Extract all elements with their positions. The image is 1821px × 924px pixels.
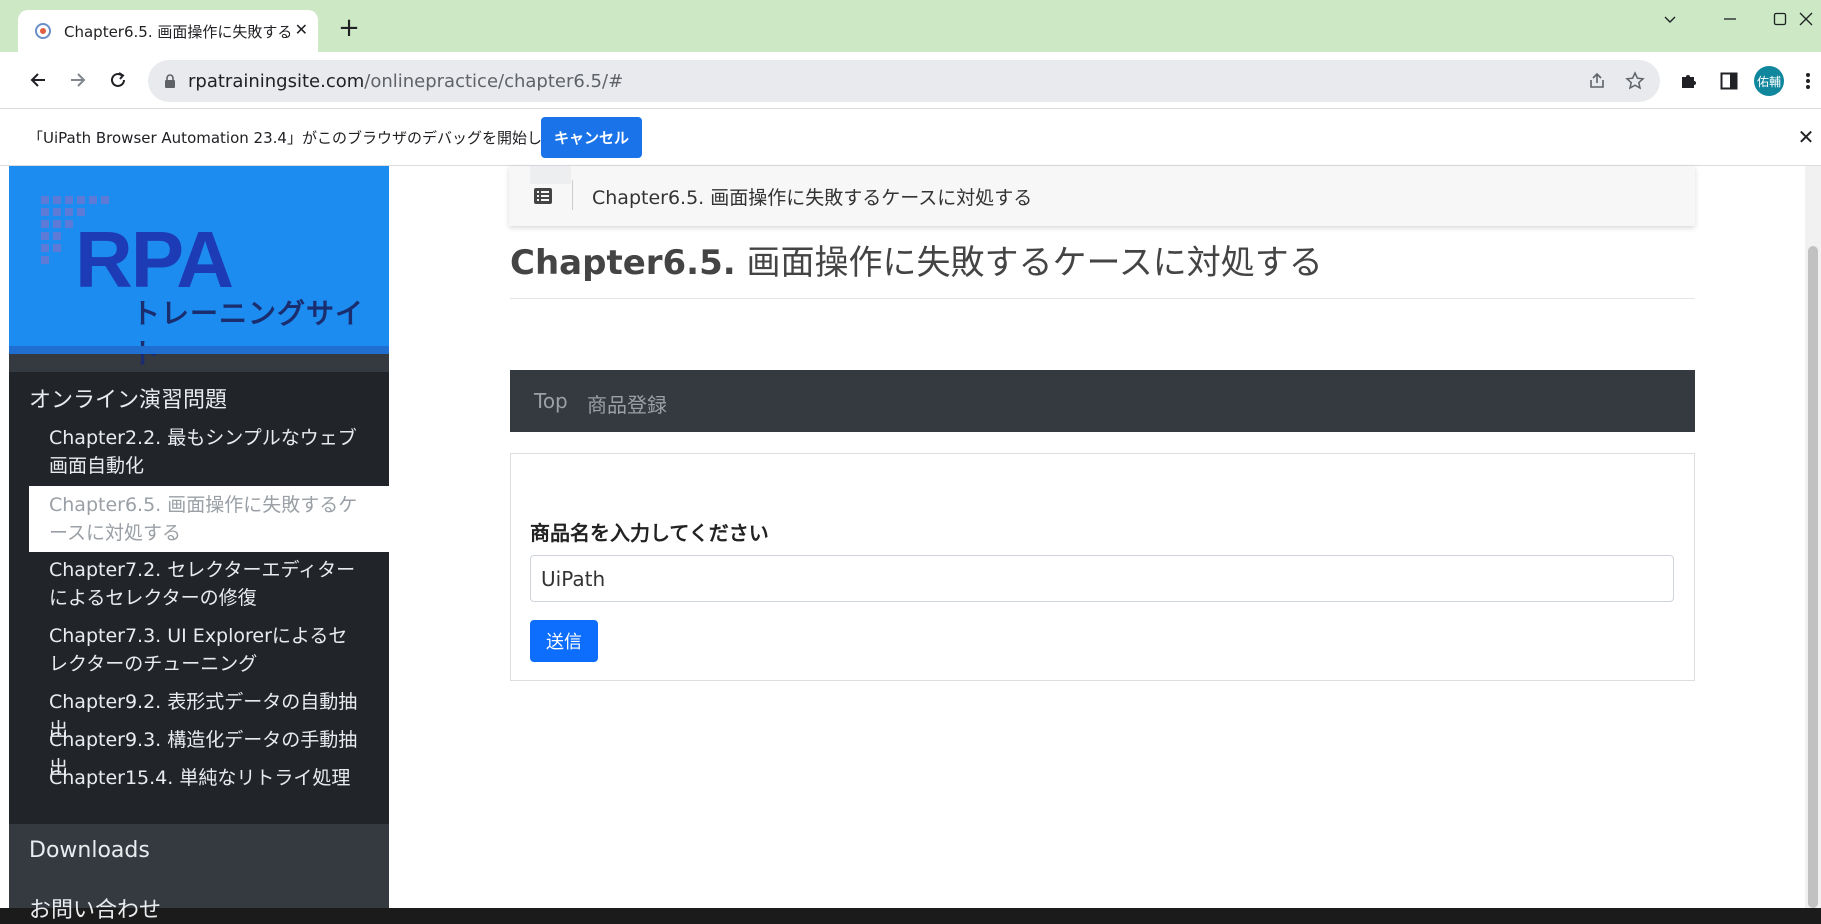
bookmark-star-icon[interactable] xyxy=(1618,64,1652,98)
sidebar-item-chapter9-2[interactable]: Chapter9.2. 表形式データの自動抽出 xyxy=(29,688,389,741)
page-title-rest: 画面操作に失敗するケースに対処する xyxy=(735,243,1323,283)
infobar-close-icon[interactable]: ✕ xyxy=(1793,124,1819,150)
debug-info-message: 「UiPath Browser Automation 23.4」がこのブラウザの… xyxy=(28,129,587,147)
url-path: /onlinepractice/chapter6.5/# xyxy=(364,70,624,92)
breadcrumb-text: Chapter6.5. 画面操作に失敗するケースに対処する xyxy=(592,187,1033,209)
scrollbar-thumb[interactable] xyxy=(1808,246,1818,908)
browser-tab[interactable]: Chapter6.5. 画面操作に失敗するケ ✕ xyxy=(18,10,318,52)
tab-close-icon[interactable]: ✕ xyxy=(295,20,308,39)
profile-avatar[interactable]: 佑輔 xyxy=(1754,66,1784,96)
site-favicon-icon xyxy=(34,22,52,40)
new-tab-icon[interactable]: + xyxy=(333,12,365,44)
nav-link-product-registration[interactable]: 商品登録 xyxy=(587,389,667,418)
sidebar-item-chapter7-2[interactable]: Chapter7.2. セレクターエディターによるセレクターの修復 xyxy=(29,556,389,616)
kebab-menu-icon[interactable] xyxy=(1796,64,1820,98)
logo-subtitle: トレーニングサイト xyxy=(132,297,365,370)
breadcrumb-divider xyxy=(572,180,573,210)
sidebar-item-chapter15-4[interactable]: Chapter15.4. 単純なリトライ処理 xyxy=(29,764,389,794)
nav-link-top[interactable]: Top xyxy=(534,389,568,413)
practice-navbar xyxy=(510,370,1695,432)
share-icon[interactable] xyxy=(1580,64,1614,98)
window-close-icon[interactable] xyxy=(1790,0,1821,38)
sidebar-section-title: オンライン演習問題 xyxy=(29,388,228,413)
logo-divider xyxy=(9,346,389,354)
breadcrumb-tab xyxy=(530,166,571,184)
site-logo[interactable]: RPA トレーニングサイト xyxy=(9,166,389,370)
sidebar-downloads[interactable]: Downloads xyxy=(29,838,150,863)
page-title-prefix: Chapter6.5. xyxy=(510,243,736,283)
back-arrow-icon[interactable] xyxy=(20,62,56,98)
forward-arrow-icon[interactable] xyxy=(60,62,96,98)
product-name-input[interactable] xyxy=(530,555,1674,602)
cancel-debug-button[interactable]: キャンセル xyxy=(541,117,642,158)
reload-icon[interactable] xyxy=(100,62,136,98)
url-text: rpatrainingsite.com/onlinepractice/chapt… xyxy=(188,71,623,92)
submit-button[interactable]: 送信 xyxy=(530,620,598,662)
sidebar-item-chapter7-3[interactable]: Chapter7.3. UI Explorerによるセレクターのチューニング xyxy=(29,622,389,682)
sidebar-item-chapter6-5[interactable]: Chapter6.5. 画面操作に失敗するケースに対処する xyxy=(29,486,389,552)
side-panel-icon[interactable] xyxy=(1712,64,1746,98)
sidebar-item-chapter2-2[interactable]: Chapter2.2. 最もシンプルなウェブ画面自動化 xyxy=(29,424,389,484)
product-name-label: 商品名を入力してください xyxy=(530,521,769,545)
page-title: Chapter6.5. 画面操作に失敗するケースに対処する xyxy=(510,235,1323,284)
title-divider xyxy=(510,298,1695,299)
extensions-puzzle-icon[interactable] xyxy=(1672,64,1706,98)
tab-search-chevron-icon[interactable] xyxy=(1640,0,1700,38)
list-icon[interactable] xyxy=(531,184,555,208)
address-bar[interactable]: rpatrainingsite.com/onlinepractice/chapt… xyxy=(148,60,1660,102)
tab-title: Chapter6.5. 画面操作に失敗するケ xyxy=(64,22,290,41)
sidebar-item-chapter9-3[interactable]: Chapter9.3. 構造化データの手動抽出 xyxy=(29,726,389,779)
lock-icon xyxy=(164,74,176,88)
sidebar-contact[interactable]: お問い合わせ xyxy=(29,892,161,924)
url-host: rpatrainingsite.com xyxy=(188,70,365,92)
